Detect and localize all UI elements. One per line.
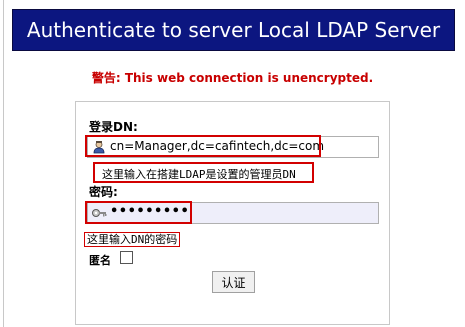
anonymous-checkbox[interactable]	[120, 251, 133, 264]
anonymous-label: 匿名	[89, 254, 111, 267]
page-title: Authenticate to server Local LDAP Server	[26, 18, 441, 42]
login-dn-label: 登录DN:	[89, 120, 138, 134]
authenticate-button[interactable]: 认证	[212, 271, 255, 293]
left-divider	[3, 0, 4, 327]
dn-annotation-box	[85, 135, 321, 157]
password-hint-annotation: 这里输入DN的密码	[84, 232, 181, 247]
password-label: 密码:	[89, 185, 118, 199]
page-header: Authenticate to server Local LDAP Server	[12, 9, 455, 51]
dn-hint-annotation: 这里输入在搭建LDAP是设置的管理员DN	[93, 162, 314, 183]
encryption-warning: 警告: This web connection is unencrypted.	[91, 71, 374, 85]
password-annotation-box	[85, 201, 192, 224]
